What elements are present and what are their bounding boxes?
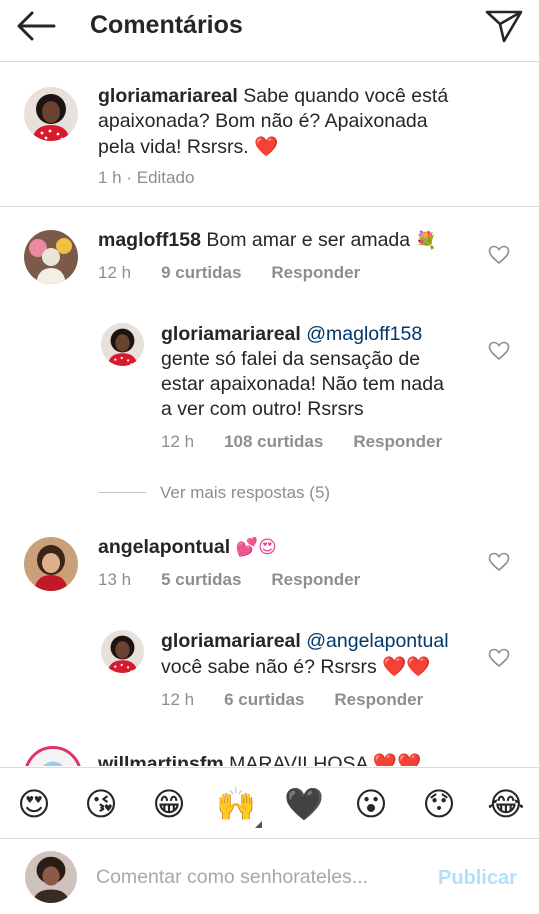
comment-username[interactable]: angelapontual [98,536,230,558]
reply-line-3: a ver com outro! Rsrsrs [161,398,364,420]
reply-time: 12 h [161,690,195,709]
comment-text: MARAVILHOSA [223,753,373,766]
reply-mention[interactable]: @angelapontual [301,630,448,652]
heart-eyes-emoji-icon[interactable]: 😍 [14,784,54,824]
like-heart-icon[interactable] [488,552,510,572]
view-more-replies[interactable]: Ver mais respostas (5) [160,483,330,503]
post-caption: gloriamariareal Sabe quando você está ap… [0,63,539,207]
avatar-gloriamariareal[interactable] [101,630,144,673]
hushed-face-emoji-icon[interactable]: 😯 [419,784,459,824]
avatar-senhorateles [25,851,77,903]
caption-text: gloriamariareal Sabe quando você está ap… [98,84,528,160]
grinning-face-emoji-icon[interactable]: 😁 [149,784,189,824]
comments-list[interactable]: gloriamariareal Sabe quando você está ap… [0,63,539,766]
like-heart-icon[interactable] [488,341,510,361]
tears-of-joy-emoji-icon[interactable]: 😂 [486,784,526,824]
comment-emoji: 💕😍 [235,537,277,558]
reply-button[interactable]: Responder [271,263,360,282]
comment-emoji: 💐 [415,231,437,251]
back-arrow-icon[interactable] [16,10,56,42]
reply-button[interactable]: Responder [353,432,442,451]
reply-button[interactable]: Responder [271,570,360,589]
view-more-divider [98,492,146,493]
reply-line-1: gente só falei da sensação de [161,348,421,370]
comment-likes[interactable]: 5 curtidas [161,570,241,589]
caption-meta: 1 h · Editado [98,168,195,187]
caption-line-1: Sabe quando você está [237,85,449,107]
comment-input[interactable] [96,860,416,894]
caption-username[interactable]: gloriamariareal [98,85,238,107]
avatar-willmartinsfm[interactable] [24,746,82,766]
comment-emoji: ❤️❤️ [372,752,422,766]
emoji-quick-bar: 😍 😘 😁 🙌 🖤 😮 😯 😂 [0,767,539,839]
reply-button[interactable]: Responder [334,690,423,709]
open-mouth-emoji-icon[interactable]: 😮 [351,784,391,824]
comment-username[interactable]: willmartinsfm [98,753,224,766]
kissing-face-emoji-icon[interactable]: 😘 [81,784,121,824]
raising-hands-emoji-icon[interactable]: 🙌 [216,784,256,824]
comment-username[interactable]: magloff158 [98,229,201,251]
emoji-variant-indicator-icon [255,821,262,828]
avatar-gloriamariareal[interactable] [24,87,78,141]
publish-button[interactable]: Publicar [438,867,517,890]
header-bar: Comentários [0,0,539,62]
avatar-magloff158[interactable] [24,230,78,284]
reply-username[interactable]: gloriamariareal [161,323,301,345]
comment-time: 13 h [98,570,132,589]
comment-likes[interactable]: 9 curtidas [161,263,241,282]
reply-emoji: ❤️❤️ [382,655,431,678]
comment-text: Bom amar e ser amada [200,229,416,251]
like-heart-icon[interactable] [488,245,510,265]
avatar-gloriamariareal[interactable] [101,323,144,366]
reply-username[interactable]: gloriamariareal [161,630,301,652]
comment-time: 12 h [98,263,132,282]
caption-emoji: ❤️ [254,135,279,158]
direct-send-icon[interactable] [484,8,524,44]
black-heart-emoji-icon[interactable]: 🖤 [284,784,324,824]
reply-likes[interactable]: 108 curtidas [224,432,323,451]
avatar-angelapontual[interactable] [24,537,78,591]
like-heart-icon[interactable] [488,648,510,668]
reply-likes[interactable]: 6 curtidas [224,690,304,709]
reply-time: 12 h [161,432,195,451]
reply-line-2: estar apaixonada! Não tem nada [161,373,444,395]
caption-line-2: apaixonada? Bom não é? Apaixonada [98,110,428,132]
page-title: Comentários [90,11,243,39]
reply-line-1: você sabe não é? Rsrsrs [161,656,383,678]
caption-line-3: pela vida! Rsrsrs. [98,136,255,158]
reply-mention[interactable]: @magloff158 [301,323,422,345]
comment-composer: Publicar [0,840,539,914]
